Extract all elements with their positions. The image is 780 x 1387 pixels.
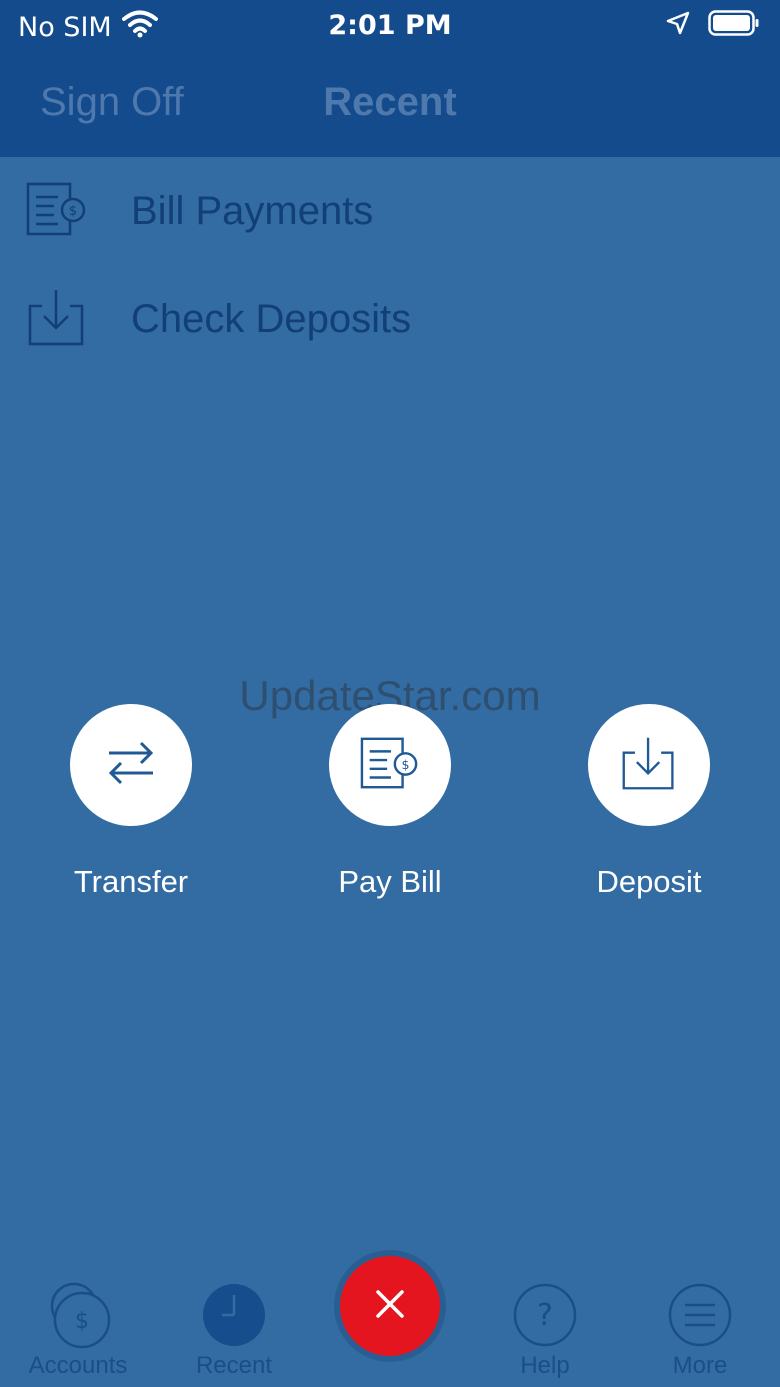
battery-icon bbox=[708, 10, 760, 43]
pay-bill-action[interactable]: $ Pay Bill bbox=[290, 704, 490, 900]
svg-text:?: ? bbox=[537, 1298, 553, 1333]
menu-item-label: Check Deposits bbox=[131, 296, 412, 341]
pay-bill-label: Pay Bill bbox=[338, 864, 442, 899]
pay-bill-button[interactable]: $ bbox=[329, 704, 451, 826]
menu-item-bill-payments[interactable]: $ Bill Payments bbox=[0, 166, 780, 256]
location-arrow-icon bbox=[666, 11, 690, 42]
deposit-icon bbox=[620, 734, 678, 797]
tab-label: Recent bbox=[195, 1352, 273, 1379]
deposit-icon bbox=[26, 286, 88, 353]
transfer-arrows-icon bbox=[105, 737, 157, 794]
tab-more[interactable]: More bbox=[620, 1280, 780, 1380]
nav-bar: Sign Off Recent bbox=[0, 52, 780, 157]
clock-icon bbox=[154, 1280, 314, 1350]
deposit-button[interactable] bbox=[588, 704, 710, 826]
close-button[interactable] bbox=[340, 1256, 440, 1356]
tab-help[interactable]: ? Help bbox=[465, 1280, 625, 1380]
deposit-action[interactable]: Deposit bbox=[549, 704, 749, 900]
status-bar: No SIM 2:01 PM bbox=[0, 0, 780, 52]
tab-label: Accounts bbox=[28, 1352, 128, 1379]
transfer-button[interactable] bbox=[70, 704, 192, 826]
status-time: 2:01 PM bbox=[328, 10, 452, 41]
svg-text:$: $ bbox=[401, 756, 409, 771]
close-icon bbox=[374, 1288, 406, 1325]
svg-text:$: $ bbox=[69, 204, 77, 219]
accounts-coin-icon: $ bbox=[0, 1280, 158, 1350]
transfer-action[interactable]: Transfer bbox=[31, 704, 231, 900]
tab-label: Help bbox=[520, 1352, 570, 1379]
tab-label: More bbox=[672, 1352, 728, 1379]
menu-item-label: Bill Payments bbox=[131, 188, 374, 233]
status-right bbox=[666, 10, 760, 43]
transfer-label: Transfer bbox=[73, 864, 189, 899]
menu-icon bbox=[620, 1280, 780, 1350]
deposit-label: Deposit bbox=[596, 864, 702, 899]
bill-icon: $ bbox=[360, 734, 420, 797]
page-title: Recent bbox=[323, 80, 457, 124]
help-icon: ? bbox=[465, 1280, 625, 1350]
tab-accounts[interactable]: $ Accounts bbox=[0, 1280, 158, 1380]
bill-icon: $ bbox=[26, 180, 88, 243]
menu-item-check-deposits[interactable]: Check Deposits bbox=[0, 274, 780, 364]
svg-text:$: $ bbox=[75, 1309, 89, 1334]
tab-recent[interactable]: Recent bbox=[154, 1280, 314, 1380]
